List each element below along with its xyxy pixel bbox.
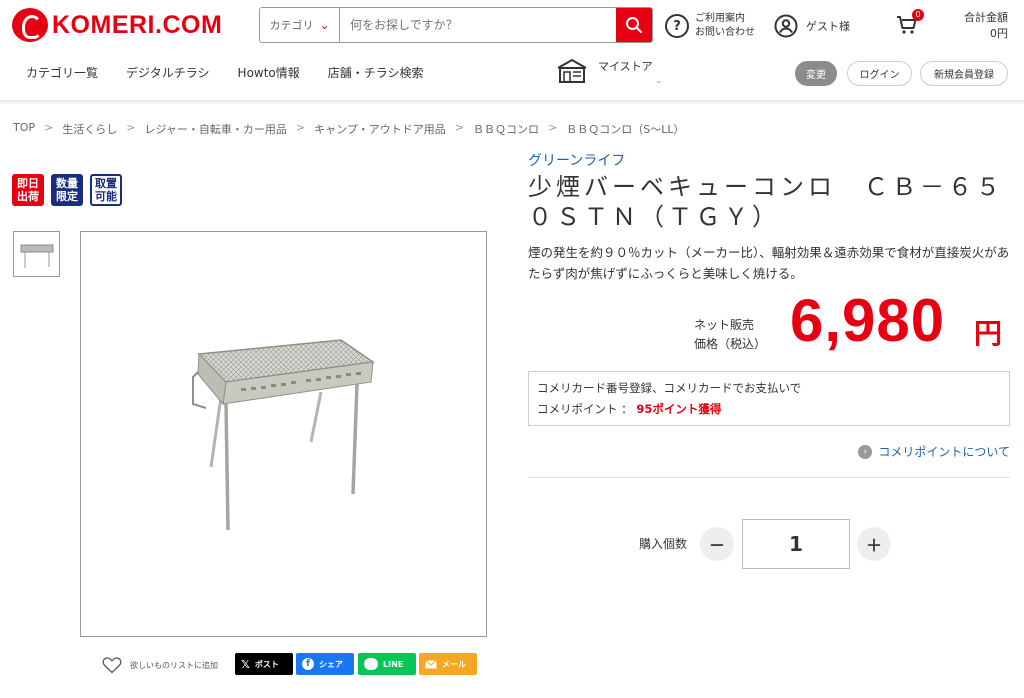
guest-label: ゲスト様 (806, 20, 850, 33)
bbq-grill-image (192, 339, 376, 531)
logo-text: KOMERI.COM (52, 10, 223, 39)
points-value: 95ポイント獲得 (636, 402, 722, 416)
login-button[interactable]: ログイン (847, 61, 912, 86)
quantity-increase-button[interactable]: ＋ (857, 527, 891, 561)
share-mail-label: メール (442, 659, 466, 669)
category-select[interactable]: カテゴリ ⌄ (260, 8, 340, 42)
chevron-right-circle-icon: › (858, 444, 873, 459)
add-to-wishlist[interactable]: 欲しいものリストに追加 (102, 656, 218, 674)
breadcrumb-life[interactable]: 生活くらし (62, 121, 117, 137)
share-mail-button[interactable]: メール (419, 653, 477, 675)
product-main-image[interactable] (80, 231, 487, 637)
brand-link[interactable]: グリーンライフ (528, 150, 625, 170)
chevron-right-icon: > (295, 121, 306, 134)
points-info-box: コメリカード番号登録、コメリカードでお支払いで コメリポイント ： 95ポイント… (528, 371, 1010, 426)
change-store-button[interactable]: 変更 (795, 61, 837, 86)
price-label: ネット販売 価格（税込） (694, 318, 767, 351)
share-line-button[interactable]: LINE (358, 653, 416, 675)
category-select-label: カテゴリ (269, 19, 314, 32)
total-value: 0円 (990, 27, 1008, 40)
x-icon: 𝕏 (241, 657, 250, 671)
help-icon: ? (665, 14, 689, 38)
share-facebook-label: シェア (319, 659, 343, 669)
komeri-logo[interactable]: KOMERI.COM (12, 8, 222, 42)
account-link[interactable]: ゲスト様 (774, 14, 850, 38)
header-divider (0, 100, 1024, 104)
mystore-label: マイストア (598, 60, 653, 73)
register-button[interactable]: 新規会員登録 (920, 61, 1008, 86)
search-button[interactable] (616, 8, 652, 42)
line-icon (364, 658, 378, 670)
product-title: 少煙バーベキューコンロ ＣＢ－６５０ＳＴＮ（ＴＧＹ） (528, 173, 1004, 231)
points-label: コメリポイント ： (537, 402, 637, 416)
cart-total: 合計金額 0円 (964, 10, 1008, 42)
cart-count-badge: 0 (912, 9, 924, 21)
chevron-right-icon: > (548, 121, 558, 134)
breadcrumb-top[interactable]: TOP (13, 121, 35, 137)
share-x-label: ポスト (254, 659, 279, 669)
quantity-input[interactable]: 1 (742, 519, 850, 569)
store-icon (557, 58, 587, 83)
quantity-decrease-button[interactable]: － (700, 527, 734, 561)
nav-item-howto[interactable]: Howto情報 (238, 64, 300, 81)
same-day-shipping-badge: 即日 出荷 (12, 174, 44, 206)
chevron-down-icon[interactable]: ⌄ (655, 76, 663, 86)
points-condition: コメリカード番号登録、コメリカードでお支払いで (537, 381, 802, 395)
chevron-down-icon: ⌄ (319, 18, 330, 32)
main-nav: カテゴリ一覧 デジタルチラシ Howto情報 店舗・チラシ検索 (26, 64, 424, 81)
search-icon (626, 17, 643, 34)
product-description: 煙の発生を約９０％カット（メーカー比）、輻射効果＆遠赤効果で食材が直接炭火があた… (528, 245, 1010, 281)
limited-quantity-badge: 数量 限定 (51, 174, 83, 206)
price-unit: 円 (974, 317, 1003, 350)
total-label: 合計金額 (964, 11, 1008, 24)
product-price: 6,980 (790, 287, 946, 354)
store-pickup-badge: 取置 可能 (90, 174, 122, 206)
cart-button[interactable]: 0 (896, 9, 924, 39)
help-link[interactable]: ? ご利用案内 お問い合わせ (665, 12, 755, 40)
help-line2: お問い合わせ (695, 27, 755, 38)
share-facebook-button[interactable]: f シェア (296, 653, 354, 675)
product-thumbnail[interactable] (13, 231, 60, 277)
mystore-link[interactable]: マイストア (556, 58, 653, 84)
grill-thumbnail-image (20, 244, 53, 268)
mail-icon (425, 659, 437, 668)
breadcrumb-leisure[interactable]: レジャー・自転車・カー用品 (144, 121, 286, 137)
chevron-right-icon: > (44, 121, 54, 134)
about-points-label: コメリポイントについて (878, 445, 1010, 459)
quantity-label: 購入個数 (639, 537, 688, 551)
breadcrumb-bbq-size: ＢＢＱコンロ（S～LL） (566, 123, 685, 136)
section-divider (528, 477, 1010, 478)
share-line-label: LINE (383, 659, 404, 669)
chevron-right-icon: > (126, 121, 136, 134)
breadcrumb-bbq[interactable]: ＢＢＱコンロ (473, 121, 539, 137)
chevron-right-icon: > (454, 121, 465, 134)
search-bar: カテゴリ ⌄ (259, 7, 653, 43)
facebook-icon: f (302, 658, 314, 670)
help-line1: ご利用案内 (695, 13, 745, 24)
share-x-button[interactable]: 𝕏 ポスト (235, 653, 293, 675)
heart-icon (102, 657, 122, 674)
nav-item-store-search[interactable]: 店舗・チラシ検索 (328, 64, 424, 81)
rooster-logo-icon (12, 8, 48, 42)
nav-item-categories[interactable]: カテゴリ一覧 (26, 64, 98, 81)
search-input[interactable] (340, 8, 616, 42)
wishlist-label: 欲しいものリストに追加 (130, 660, 218, 670)
product-badges: 即日 出荷 数量 限定 取置 可能 (12, 174, 122, 206)
breadcrumb: TOP > 生活くらし > レジャー・自転車・カー用品 > キャンプ・アウトドア用品 >… (13, 121, 684, 137)
breadcrumb-camp[interactable]: キャンプ・アウトドア用品 (314, 121, 446, 137)
about-points-link[interactable]: › コメリポイントについて (858, 443, 1010, 460)
user-icon (774, 14, 798, 38)
nav-item-digital-flyer[interactable]: デジタルチラシ (126, 64, 210, 81)
